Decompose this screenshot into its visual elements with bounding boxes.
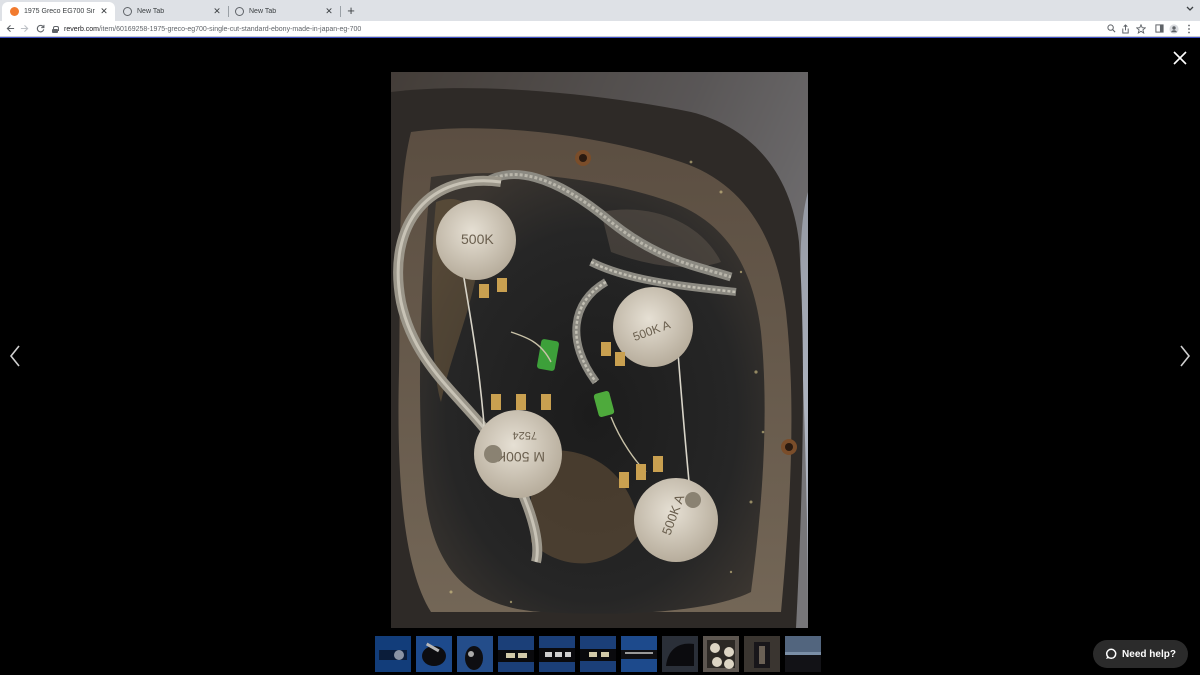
need-help-button[interactable]: Need help?	[1093, 640, 1188, 668]
tab-new-1[interactable]: New Tab ✕	[115, 2, 228, 21]
close-tab-icon[interactable]: ✕	[324, 6, 334, 17]
thumbnail[interactable]	[375, 636, 411, 672]
thumbnail[interactable]	[498, 636, 534, 672]
chat-bubble-icon	[1105, 648, 1117, 660]
back-arrow-icon[interactable]	[3, 21, 17, 37]
tab-search-chevron-icon[interactable]	[1186, 4, 1194, 14]
tab-title: 1975 Greco EG700 Single Cut	[24, 8, 95, 15]
globe-icon	[123, 7, 132, 16]
address-bar[interactable]: reverb.com/item/60169258-1975-greco-eg70…	[52, 22, 1150, 36]
svg-text:500K: 500K	[461, 231, 494, 247]
lock-icon	[52, 25, 59, 33]
reverb-icon	[10, 7, 19, 16]
url-path: /item/60169258-1975-greco-eg700-single-c…	[99, 25, 362, 33]
need-help-label: Need help?	[1122, 648, 1176, 660]
forward-arrow-icon[interactable]	[17, 21, 31, 37]
kebab-menu-icon[interactable]	[1183, 23, 1195, 35]
close-tab-icon[interactable]: ✕	[212, 6, 222, 17]
thumbnail[interactable]	[785, 636, 821, 672]
tab-greco[interactable]: 1975 Greco EG700 Single Cut ✕	[2, 2, 115, 21]
thumbnail-active[interactable]	[703, 636, 739, 672]
tab-title: New Tab	[137, 8, 165, 15]
tab-divider	[340, 6, 341, 17]
share-icon[interactable]	[1119, 23, 1131, 35]
thumbnail[interactable]	[662, 636, 698, 672]
thumbnail[interactable]	[580, 636, 616, 672]
previous-image-arrow-icon[interactable]	[7, 343, 23, 369]
thumbnail[interactable]	[416, 636, 452, 672]
zoom-icon[interactable]	[1105, 23, 1117, 35]
browser-toolbar: reverb.com/item/60169258-1975-greco-eg70…	[0, 21, 1200, 37]
close-tab-icon[interactable]: ✕	[99, 6, 109, 17]
close-lightbox-icon[interactable]	[1170, 48, 1190, 68]
svg-text:M 500K: M 500K	[496, 449, 545, 465]
listing-photo: 500K 500K A 7524 M 500K 500K A	[391, 72, 808, 628]
side-panel-icon[interactable]	[1153, 23, 1165, 35]
thumbnail[interactable]	[457, 636, 493, 672]
tab-title: New Tab	[249, 8, 277, 15]
globe-icon	[235, 7, 244, 16]
reload-icon[interactable]	[33, 21, 47, 37]
tab-strip: 1975 Greco EG700 Single Cut ✕ New Tab ✕ …	[0, 0, 1200, 21]
next-image-arrow-icon[interactable]	[1177, 343, 1193, 369]
tab-new-2[interactable]: New Tab ✕	[227, 2, 340, 21]
thumbnail-strip	[375, 636, 826, 672]
thumbnail[interactable]	[744, 636, 780, 672]
svg-text:7524: 7524	[513, 429, 537, 441]
new-tab-button[interactable]: +	[344, 3, 358, 18]
profile-avatar-icon[interactable]	[1168, 23, 1180, 35]
thumbnail[interactable]	[539, 636, 575, 672]
url-domain: reverb.com	[64, 25, 100, 33]
bookmark-star-icon[interactable]	[1135, 23, 1147, 35]
thumbnail[interactable]	[621, 636, 657, 672]
guitar-cavity-illustration: 500K 500K A 7524 M 500K 500K A	[391, 72, 808, 628]
